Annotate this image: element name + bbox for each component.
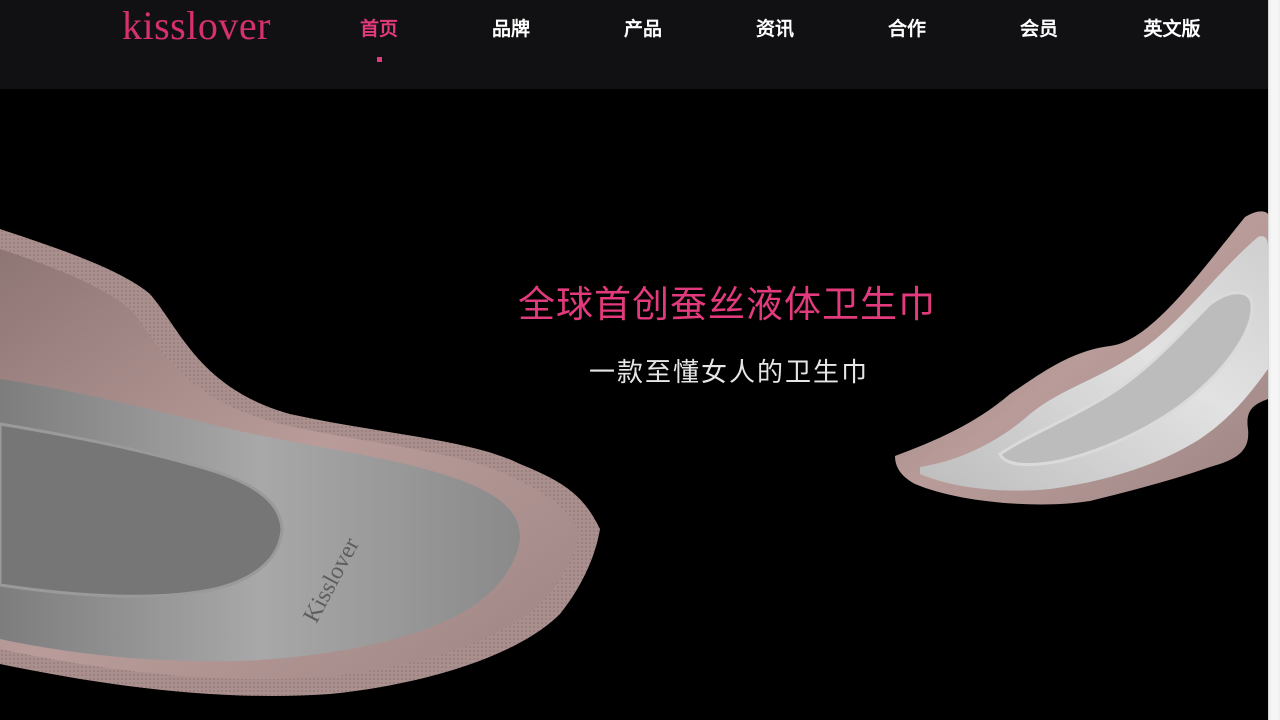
hero-subline: 一款至懂女人的卫生巾 — [589, 358, 870, 388]
page: kisslover 首页 品牌 产品 资讯 合作 会员 英文版 Kisslove… — [0, 0, 1280, 720]
sanitary-pad-image: Kisslover — [0, 229, 600, 696]
nav-item-membership[interactable]: 会员 — [1016, 14, 1062, 44]
nav-item-home[interactable]: 首页 — [356, 14, 402, 44]
scrollbar-thumb[interactable] — [1271, 0, 1278, 720]
brand-logo[interactable]: kisslover — [122, 2, 271, 50]
vertical-scrollbar[interactable] — [1268, 0, 1280, 720]
top-navigation-bar: kisslover 首页 品牌 产品 资讯 合作 会员 英文版 — [0, 0, 1268, 89]
hero-artwork: Kisslover — [0, 211, 1268, 696]
nav-item-news[interactable]: 资讯 — [752, 14, 798, 44]
nav-item-brand[interactable]: 品牌 — [488, 14, 534, 44]
nav-item-english-version[interactable]: 英文版 — [1138, 14, 1206, 44]
nav-item-products[interactable]: 产品 — [620, 14, 666, 44]
active-indicator-dot — [377, 57, 382, 62]
sanitary-pad-image — [895, 211, 1268, 505]
hero-headline: 全球首创蚕丝液体卫生巾 — [518, 283, 936, 326]
nav-item-cooperation[interactable]: 合作 — [884, 14, 930, 44]
hero-banner: Kisslover 全球首创蚕丝液体卫生巾 一款至懂女人的卫生巾 — [0, 89, 1268, 720]
